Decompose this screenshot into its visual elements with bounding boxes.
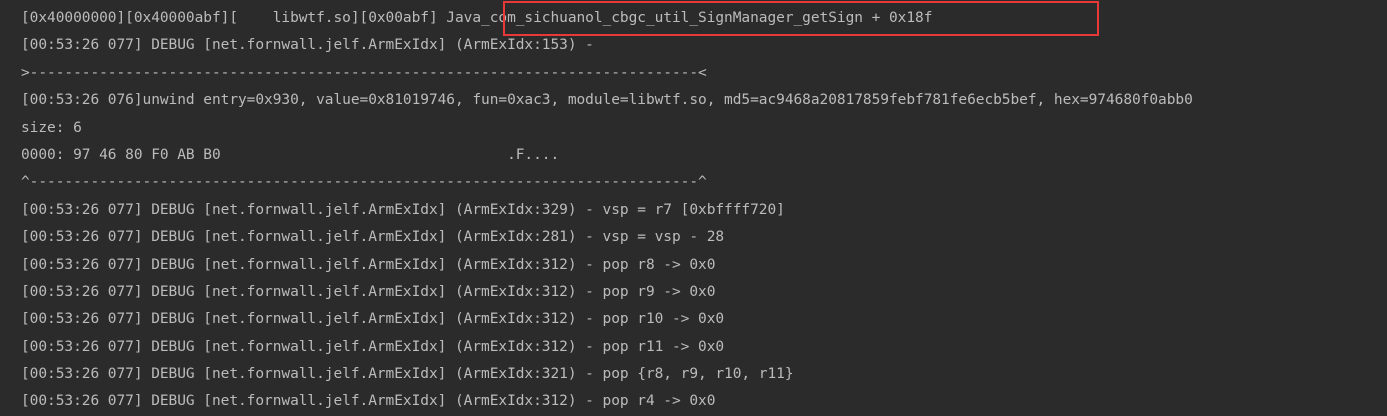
console-line: size: 6 xyxy=(21,119,82,136)
console-line: [00:53:26 077] DEBUG [net.fornwall.jelf.… xyxy=(21,338,725,355)
console-output[interactable]: [0x40000000][0x40000abf][ libwtf.so][0x0… xyxy=(0,0,1387,416)
console-line: [00:53:26 077] DEBUG [net.fornwall.jelf.… xyxy=(21,283,716,300)
console-line: [00:53:26 077] DEBUG [net.fornwall.jelf.… xyxy=(21,229,725,246)
console-line: [00:53:26 077] DEBUG [net.fornwall.jelf.… xyxy=(21,311,725,328)
console-line: >---------------------------------------… xyxy=(21,64,707,81)
console-line: [0x40000000][0x40000abf][ libwtf.so][0x0… xyxy=(21,10,933,26)
console-line: [00:53:26 076]unwind entry=0x930, value=… xyxy=(21,92,1193,109)
console-line: [00:53:26 077] DEBUG [net.fornwall.jelf.… xyxy=(21,37,594,54)
console-line: 0000: 97 46 80 F0 AB B0 .F.... xyxy=(21,146,560,163)
console-line: ^---------------------------------------… xyxy=(21,174,707,191)
console-line: [00:53:26 077] DEBUG [net.fornwall.jelf.… xyxy=(21,256,716,273)
console-line: [00:53:26 077] DEBUG [net.fornwall.jelf.… xyxy=(21,393,716,410)
console-line: [00:53:26 077] DEBUG [net.fornwall.jelf.… xyxy=(21,201,785,218)
console-line: [00:53:26 077] DEBUG [net.fornwall.jelf.… xyxy=(21,366,794,383)
